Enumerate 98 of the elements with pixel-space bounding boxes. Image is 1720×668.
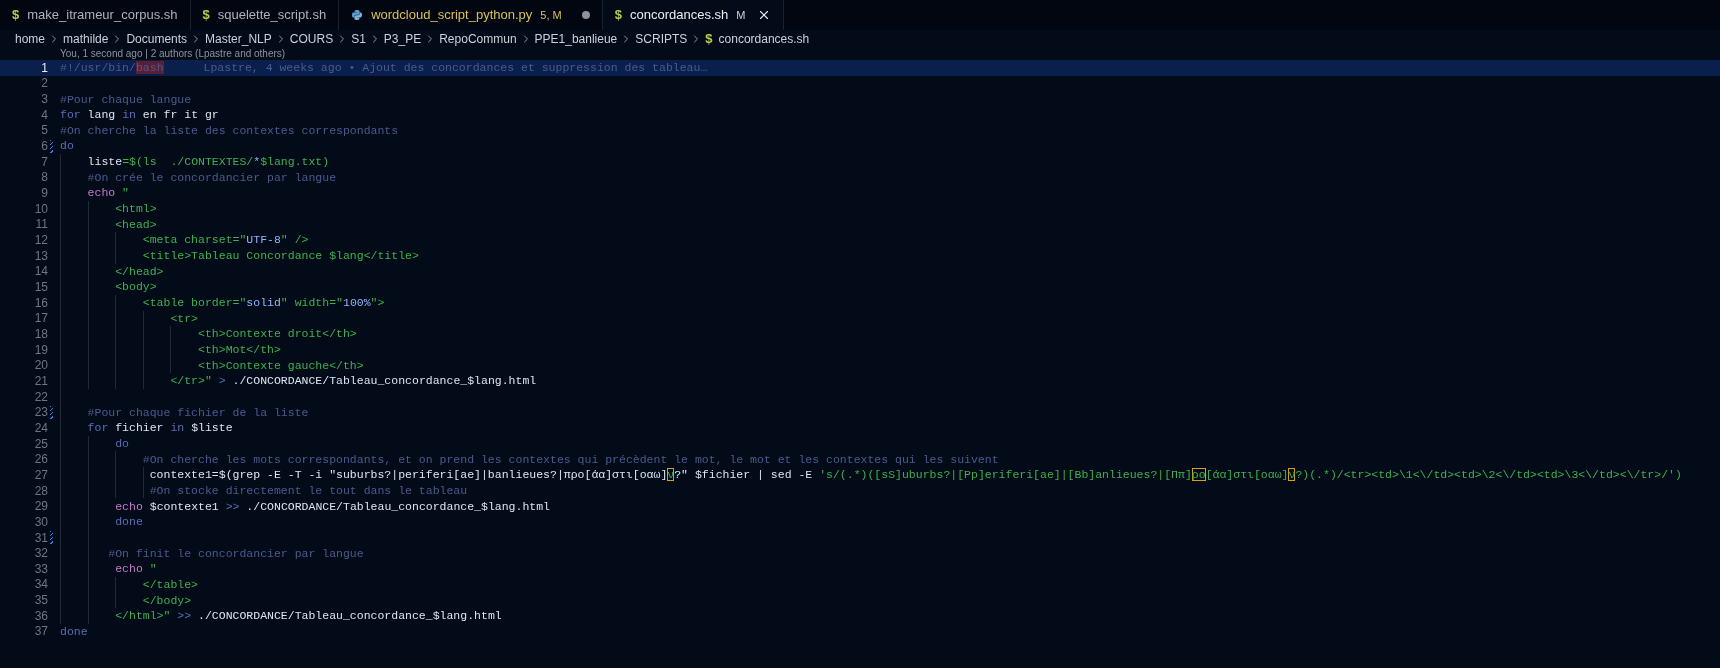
line-number: 21 (33, 372, 48, 390)
line-number: 13 (33, 247, 48, 265)
tab-status: 5, M (540, 7, 562, 23)
line-number: 3 (40, 91, 48, 109)
code-line: #On crée le concordancier par langue (86, 169, 337, 186)
code-line: </tr>" > ./CONCORDANCE/Tableau_concordance_$lang.html (169, 373, 537, 390)
line-number: 16 (33, 294, 48, 312)
code-line: done (60, 623, 88, 640)
code-line: for lang in en fr it gr (60, 107, 219, 124)
breadcrumb-item[interactable]: P3_PE (383, 30, 422, 48)
code-line: #!/usr/bin/bash (60, 60, 164, 77)
line-number: 17 (33, 310, 48, 328)
code-line: echo $contexte1 >> ./CONCORDANCE/Tableau_concordance_$lang.html (114, 498, 551, 515)
line-number: 33 (33, 560, 48, 578)
line-number: 37 (33, 623, 48, 641)
code-line: echo " (86, 185, 130, 202)
line-number: 31 (33, 529, 48, 547)
line-number: 14 (33, 263, 48, 281)
code-line: <head> (114, 216, 157, 233)
code-line: <th>Contexte gauche</th> (197, 357, 364, 374)
line-number: 8 (40, 169, 48, 187)
breadcrumb-item[interactable]: concordances.sh (718, 30, 810, 48)
dollar-icon: $ (202, 5, 210, 25)
line-number: 4 (40, 106, 48, 124)
code-line: echo " (114, 561, 157, 578)
line-number: 35 (33, 592, 48, 610)
code-line: do (60, 138, 74, 155)
breadcrumb-item[interactable]: SCRIPTS (635, 30, 688, 48)
code-line: </head> (114, 263, 164, 280)
code-line: <tr> (169, 310, 199, 327)
dollar-icon: $ (614, 5, 622, 25)
line-number: 30 (33, 513, 48, 531)
code-line: #On cherche la liste des contextes correspondants (60, 122, 399, 139)
code-line: do (114, 435, 129, 452)
codelens-annotation[interactable]: You, 1 second ago | 2 authors (Lpastre and others) (60, 45, 286, 61)
tab-label: wordcloud_script_python.py (371, 6, 533, 25)
code-line: done (114, 514, 143, 531)
editor-tab[interactable]: $ concordances.sh M (602, 0, 785, 30)
line-number: 26 (33, 451, 48, 469)
line-number: 28 (33, 482, 48, 500)
code-line: </body> (141, 592, 192, 609)
tab-label: concordances.sh (629, 6, 729, 25)
line-number: 9 (40, 185, 48, 203)
change-marker[interactable] (50, 405, 53, 419)
breadcrumb-item[interactable]: COURS (289, 30, 334, 48)
line-number: 34 (33, 576, 48, 594)
line-number: 1 (40, 59, 48, 77)
dollar-icon: $ (705, 29, 713, 49)
code-line: <th>Mot</th> (197, 342, 281, 358)
code-line: #On stocke directement le tout dans le tableau (148, 482, 468, 499)
line-number: 36 (33, 607, 48, 625)
line-number: 24 (33, 419, 48, 437)
code-line: <table border="solid" width="100%"> (141, 295, 385, 312)
code-line: liste=$(ls ./CONTEXTES/*$lang.txt) (86, 154, 330, 171)
line-number: 32 (33, 545, 48, 563)
code-line: #Pour chaque langue (60, 91, 192, 108)
code-line: <th>Contexte droit</th> (197, 326, 357, 343)
line-number: 6 (40, 138, 48, 156)
line-number: 20 (33, 357, 48, 375)
line-number: 10 (33, 200, 48, 218)
line-number: 12 (33, 232, 48, 250)
line-number: 7 (40, 153, 48, 171)
breadcrumb-item[interactable]: Master_NLP (205, 30, 272, 48)
line-number: 5 (40, 122, 48, 140)
line-number: 29 (33, 498, 48, 516)
code-line: for fichier in $liste (86, 420, 233, 437)
code-line: #On cherche les mots correspondants, et on prend les contextes qui précèdent le mot, le mot et les contextes qui les suivent (141, 451, 999, 468)
blame-annotation: Lpastre, 4 weeks ago • Ajout des concordances et suppression des tableau… (203, 60, 708, 77)
line-number: 15 (33, 279, 48, 296)
line-number: 2 (40, 75, 48, 93)
change-marker[interactable] (50, 531, 53, 544)
line-number: 11 (34, 216, 48, 234)
code-line: #On finit le concordancier par langue (107, 545, 364, 562)
code-line: <meta charset="UTF-8" /> (141, 232, 309, 249)
code-line: </table> (141, 576, 199, 593)
tab-label: squelette_script.sh (217, 6, 327, 25)
line-number: 22 (33, 388, 48, 406)
line-number: 25 (33, 435, 48, 453)
code-line: <html> (114, 201, 157, 218)
code-line: <title>Tableau Concordance $lang</title> (141, 248, 419, 265)
dollar-icon: $ (12, 5, 20, 25)
code-line: #Pour chaque fichier de la liste (86, 404, 309, 421)
breadcrumb-item[interactable]: S1 (351, 30, 366, 48)
breadcrumb-item[interactable]: mathilde (63, 30, 109, 48)
breadcrumb-item[interactable]: PPE1_banlieue (534, 30, 618, 48)
breadcrumb-item[interactable]: Documents (126, 30, 188, 48)
tab-label: make_itrameur_corpus.sh (27, 6, 178, 25)
line-number: 23 (33, 404, 48, 422)
python-icon (351, 9, 364, 21)
change-marker[interactable] (50, 139, 53, 153)
code-line: <body> (114, 279, 157, 296)
line-number: 19 (33, 341, 48, 359)
line-number: 27 (33, 466, 48, 484)
breadcrumb-item[interactable]: RepoCommun (439, 30, 517, 48)
line-number: 18 (33, 326, 48, 343)
breadcrumb-item[interactable]: home (15, 30, 46, 48)
tab-status: M (736, 7, 746, 23)
code-line: </html>" >> ./CONCORDANCE/Tableau_concordance_$lang.html (114, 608, 502, 625)
